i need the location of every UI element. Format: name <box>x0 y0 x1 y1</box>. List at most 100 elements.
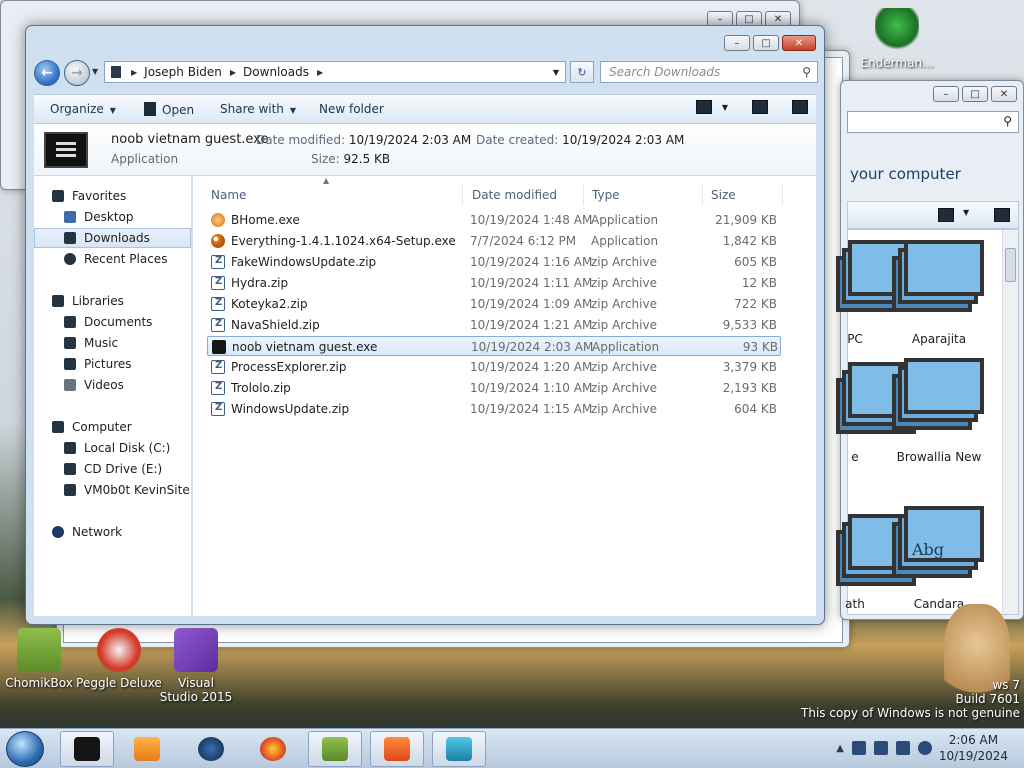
change-view-icon[interactable] <box>695 100 712 114</box>
forward-button[interactable]: → <box>64 60 90 86</box>
scrollbar[interactable] <box>1002 230 1018 614</box>
nav-music[interactable]: Music <box>64 333 191 353</box>
file-type: zip Archive <box>591 276 657 290</box>
file-name: FakeWindowsUpdate.zip <box>231 255 377 269</box>
taskbar-explorer[interactable] <box>60 731 114 767</box>
font-label: Browallia New <box>896 450 982 464</box>
column-name[interactable]: Name <box>203 184 463 206</box>
peggle-icon <box>97 628 141 672</box>
file-row[interactable]: Koteyka2.zip 10/19/2024 1:09 AMzip Archiv… <box>207 294 781 314</box>
desktop-icon-enderman[interactable]: Enderman... <box>852 8 942 70</box>
open-button[interactable]: Open <box>144 102 194 117</box>
file-row[interactable]: ProcessExplorer.zip 10/19/2024 1:20 AMzip… <box>207 357 781 377</box>
taskbar-shield[interactable] <box>370 731 424 767</box>
column-type[interactable]: Type <box>584 184 703 206</box>
maximize-button[interactable]: □ <box>753 35 779 51</box>
chevron-right-icon[interactable]: ▶ <box>131 68 137 77</box>
chevron-right-icon[interactable]: ▶ <box>230 68 236 77</box>
start-button[interactable] <box>6 731 44 767</box>
file-row[interactable]: Trololo.zip 10/19/2024 1:10 AMzip Archive… <box>207 378 781 398</box>
file-row[interactable]: NavaShield.zip 10/19/2024 1:21 AMzip Arch… <box>207 315 781 335</box>
taskbar-navashield[interactable] <box>432 731 486 767</box>
maximize-button[interactable]: □ <box>962 86 988 102</box>
font-tile-candara[interactable]: Abg <box>892 506 984 580</box>
tray-network-icon[interactable] <box>874 741 888 755</box>
scrollbar-thumb[interactable] <box>1005 248 1016 282</box>
file-type: zip Archive <box>591 255 657 269</box>
tray-volume-icon[interactable] <box>918 741 932 755</box>
search-icon[interactable]: ⚲ <box>802 65 811 79</box>
search-icon[interactable]: ⚲ <box>1003 114 1012 128</box>
nav-libraries[interactable]: Libraries <box>52 291 191 311</box>
breadcrumb-user[interactable]: Joseph Biden <box>144 65 222 79</box>
nav-recent-places[interactable]: Recent Places <box>64 249 191 269</box>
taskbar-media-player[interactable] <box>120 731 174 767</box>
minimize-button[interactable]: – <box>933 86 959 102</box>
file-row[interactable]: FakeWindowsUpdate.zip 10/19/2024 1:16 AMz… <box>207 252 781 272</box>
address-dropdown[interactable]: ▼ <box>553 68 559 77</box>
desktop-icon-chomikbox[interactable]: ChomikBox <box>4 628 74 690</box>
nav-local-disk[interactable]: Local Disk (C:) <box>64 438 191 458</box>
file-row[interactable]: WindowsUpdate.zip 10/19/2024 1:15 AMzip A… <box>207 399 781 419</box>
desktop-icon-visual-studio[interactable]: Visual Studio 2015 <box>158 628 234 704</box>
nav-downloads[interactable]: Downloads <box>34 228 191 248</box>
back-button[interactable]: ← <box>34 60 60 86</box>
clock[interactable]: 2:06 AM 10/19/2024 <box>939 732 1008 764</box>
chevron-down-icon[interactable]: ▼ <box>963 208 969 217</box>
breadcrumb-downloads[interactable]: Downloads <box>243 65 309 79</box>
tray-app-icon[interactable] <box>852 741 866 755</box>
cd-drive-icon <box>64 463 76 475</box>
file-list[interactable]: ▲ Name Date modified Type Size BHome.exe… <box>193 176 816 616</box>
file-row[interactable]: noob vietnam guest.exe 10/19/2024 2:03 AM… <box>207 336 781 356</box>
nav-favorites[interactable]: Favorites <box>52 186 191 206</box>
star-icon <box>52 190 64 202</box>
documents-icon <box>64 316 76 328</box>
file-size: 93 KB <box>742 340 778 354</box>
file-size: 605 KB <box>734 255 777 269</box>
tray-display-icon[interactable] <box>896 741 910 755</box>
share-with-button[interactable]: Share with ▼ <box>220 102 296 116</box>
organize-button[interactable]: Organize ▼ <box>50 102 116 116</box>
nav-network-drive[interactable]: VM0b0t KevinSite <box>64 480 191 500</box>
preview-pane-icon[interactable] <box>752 100 768 114</box>
recent-pages-dropdown[interactable]: ▼ <box>92 67 98 76</box>
column-size[interactable]: Size <box>703 184 783 206</box>
nav-desktop[interactable]: Desktop <box>64 207 191 227</box>
file-row[interactable]: BHome.exe 10/19/2024 1:48 AM Application 21… <box>207 210 781 230</box>
file-row[interactable]: Hydra.zip 10/19/2024 1:11 AMzip Archive 12… <box>207 273 781 293</box>
globe-icon <box>198 737 224 761</box>
tray-expand-icon[interactable]: ▲ <box>836 743 844 754</box>
chevron-right-icon[interactable]: ▶ <box>317 68 323 77</box>
file-type: zip Archive <box>591 297 657 311</box>
taskbar-chomikbox[interactable] <box>308 731 362 767</box>
nav-cd-drive[interactable]: CD Drive (E:) <box>64 459 191 479</box>
address-bar[interactable]: ▶ Joseph Biden ▶ Downloads ▶ ▼ <box>104 61 566 83</box>
new-folder-button[interactable]: New folder <box>319 102 384 116</box>
nav-documents[interactable]: Documents <box>64 312 191 332</box>
nav-pictures[interactable]: Pictures <box>64 354 191 374</box>
column-date-modified[interactable]: Date modified <box>464 184 584 206</box>
minimize-button[interactable]: – <box>724 35 750 51</box>
nav-computer[interactable]: Computer <box>52 417 191 437</box>
nav-videos[interactable]: Videos <box>64 375 191 395</box>
file-date: 10/19/2024 2:03 AM <box>471 340 594 354</box>
taskbar-globe[interactable] <box>184 731 238 767</box>
help-icon[interactable] <box>994 208 1010 222</box>
desktop-icon-peggle[interactable]: Peggle Deluxe <box>76 628 162 690</box>
nav-network[interactable]: Network <box>52 522 191 542</box>
refresh-button[interactable]: ↻ <box>570 61 594 83</box>
view-icon[interactable] <box>938 208 954 222</box>
file-name: Trololo.zip <box>231 381 291 395</box>
chevron-down-icon[interactable]: ▼ <box>722 103 728 112</box>
font-tile-browallia[interactable] <box>892 358 984 432</box>
taskbar-firefox[interactable] <box>246 731 300 767</box>
font-tile-aparajita[interactable] <box>892 240 984 314</box>
close-button[interactable]: ✕ <box>782 35 816 51</box>
close-button[interactable]: ✕ <box>991 86 1017 102</box>
hamster-icon <box>322 737 348 761</box>
application-icon <box>212 340 226 354</box>
search-input[interactable]: Search Downloads ⚲ <box>600 61 818 83</box>
explorer-window[interactable]: – □ ✕ ← → ▼ ▶ Joseph Biden ▶ Downloads ▶… <box>25 25 825 625</box>
help-icon[interactable] <box>792 100 808 114</box>
file-row[interactable]: Everything-1.4.1.1024.x64-Setup.exe 7/7/2… <box>207 231 781 251</box>
